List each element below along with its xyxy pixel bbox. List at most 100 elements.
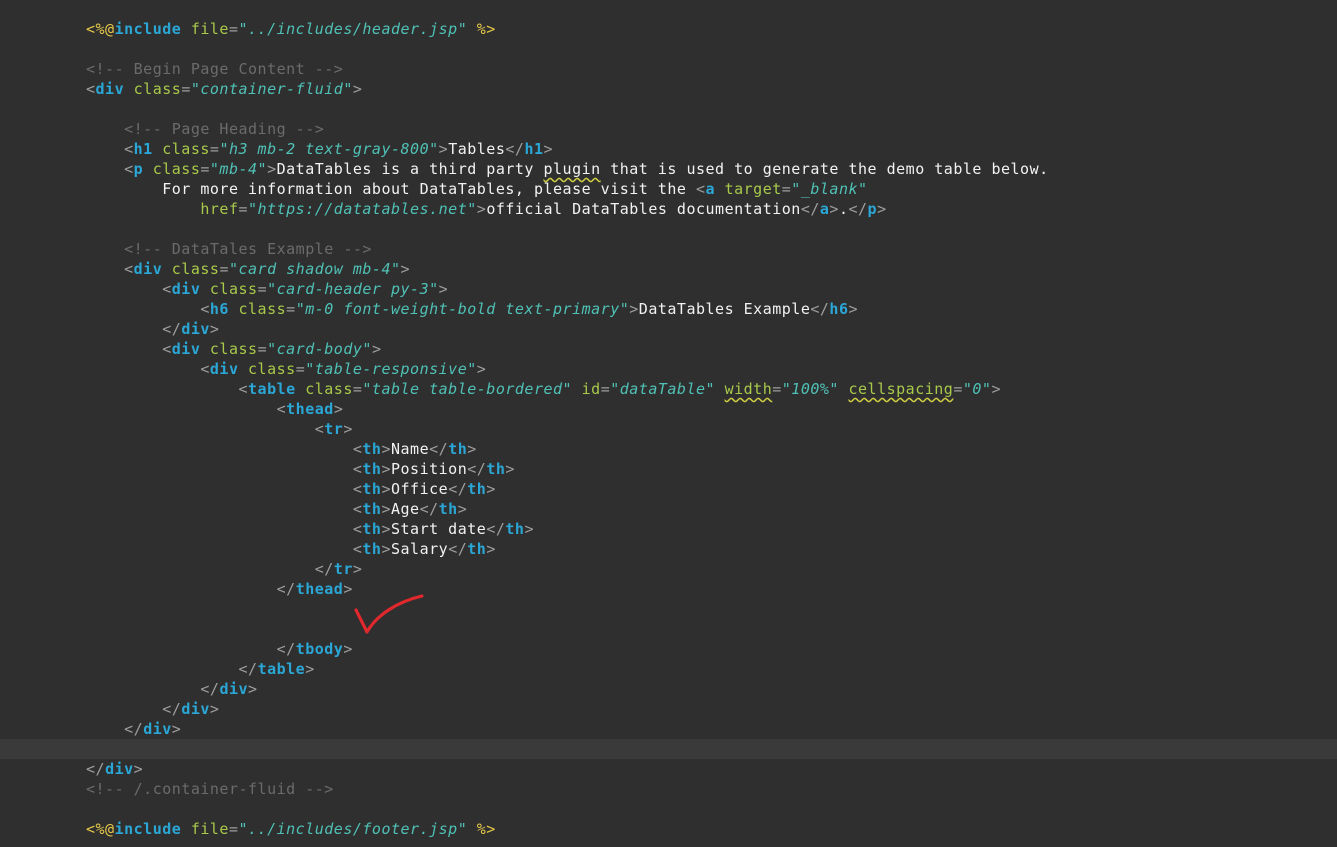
code-line[interactable]: <div class="card shadow mb-4"> (86, 259, 1049, 279)
code-token-tag: div (143, 720, 172, 738)
code-line[interactable]: <!-- Page Heading --> (86, 119, 1049, 139)
code-token-tag: th (486, 460, 506, 478)
code-token-punct: > (381, 520, 391, 538)
code-token-str: "0" (962, 380, 992, 398)
code-line[interactable] (86, 599, 1049, 619)
code-token-attr: href (200, 200, 239, 218)
code-line[interactable]: <%@include file="../includes/footer.jsp"… (86, 819, 1049, 839)
code-line[interactable] (86, 219, 1049, 239)
code-token-tag: th (362, 520, 382, 538)
code-line[interactable]: <th>Position</th> (86, 459, 1049, 479)
code-line[interactable]: <th>Start date</th> (86, 519, 1049, 539)
code-token-tag: div (171, 280, 201, 298)
code-token-punct: = (209, 140, 220, 158)
code-token-text: Office (391, 480, 449, 498)
code-line[interactable]: <%@include file="../includes/header.jsp"… (86, 19, 1049, 39)
code-token-tag: thead (295, 580, 344, 598)
code-token-tag: div (181, 320, 210, 338)
code-line[interactable]: </tbody> (86, 639, 1049, 659)
code-token-tag: div (105, 760, 134, 778)
code-token-attr: class (209, 340, 258, 358)
code-token-attr: id (581, 380, 601, 398)
code-line[interactable]: <div class="table-responsive"> (86, 359, 1049, 379)
code-line[interactable]: </div> (86, 759, 1049, 779)
code-line[interactable]: href="https://datatables.net">official D… (86, 199, 1049, 219)
code-line[interactable]: <!-- DataTales Example --> (86, 239, 1049, 259)
code-editor[interactable]: <%@include file="../includes/header.jsp"… (0, 0, 1337, 847)
code-token-text: official DataTables documentation (486, 200, 801, 218)
code-line[interactable]: </div> (86, 699, 1049, 719)
code-token-tag: th (362, 440, 382, 458)
code-line[interactable]: </div> (86, 679, 1049, 699)
code-token-punct: > (267, 160, 277, 178)
code-line[interactable]: <th>Salary</th> (86, 539, 1049, 559)
code-line[interactable]: </table> (86, 659, 1049, 679)
code-token-punct: > (486, 480, 496, 498)
code-token-punct: = (219, 260, 229, 278)
code-token-str: "100%" (781, 380, 839, 398)
code-line[interactable] (86, 99, 1049, 119)
code-line[interactable]: <h6 class="m-0 font-weight-bold text-pri… (86, 299, 1049, 319)
code-line[interactable]: <div class="card-header py-3"> (86, 279, 1049, 299)
code-line[interactable]: <thead> (86, 399, 1049, 419)
code-token-tag: div (133, 260, 163, 278)
code-line[interactable]: <th>Office</th> (86, 479, 1049, 499)
code-token-str: "dataTable" (610, 380, 716, 398)
code-line[interactable] (86, 739, 1049, 759)
code-line[interactable]: <p class="mb-4">DataTables is a third pa… (86, 159, 1049, 179)
code-token-punct: </ (448, 540, 468, 558)
code-line[interactable]: <th>Age</th> (86, 499, 1049, 519)
code-line[interactable]: For more information about DataTables, p… (86, 179, 1049, 199)
code-token-punct: > (486, 540, 496, 558)
code-token-text: Age (391, 500, 420, 518)
code-token-punct: > (133, 760, 144, 778)
code-line[interactable]: <!-- /.container-fluid --> (86, 779, 1049, 799)
code-token-punct: < (352, 480, 363, 498)
code-token-attr: class (305, 380, 353, 398)
code-token-punct: > (333, 400, 344, 418)
code-line[interactable]: </div> (86, 719, 1049, 739)
code-line[interactable]: <h1 class="h3 mb-2 text-gray-800">Tables… (86, 139, 1049, 159)
code-token-tag: div (95, 80, 125, 98)
code-token-attr: class (248, 360, 296, 378)
code-line[interactable] (86, 39, 1049, 59)
code-line[interactable]: <tr> (86, 419, 1049, 439)
code-token-comment: <!-- Begin Page Content --> (86, 60, 344, 78)
code-line[interactable] (86, 799, 1049, 819)
code-line[interactable]: </thead> (86, 579, 1049, 599)
code-token-str: "card shadow mb-4" (228, 260, 401, 278)
code-token-punct: < (352, 440, 363, 458)
code-token-comment: <!-- DataTales Example --> (124, 240, 372, 258)
code-line[interactable] (86, 619, 1049, 639)
code-token-punct: > (848, 300, 859, 318)
code-line[interactable]: </div> (86, 319, 1049, 339)
code-token-tag: table (248, 380, 296, 398)
code-token-tag: th (362, 500, 382, 518)
code-token-str: "card-body" (267, 340, 372, 358)
code-line[interactable]: </tr> (86, 559, 1049, 579)
code-area[interactable]: <%@include file="../includes/header.jsp"… (86, 19, 1049, 839)
code-token-punct: < (124, 140, 134, 158)
code-token-punct: > (991, 380, 1001, 398)
code-line[interactable]: <div class="container-fluid"> (86, 79, 1049, 99)
code-token-tag: include (114, 20, 182, 38)
code-line[interactable]: <th>Name</th> (86, 439, 1049, 459)
code-line[interactable]: <div class="card-body"> (86, 339, 1049, 359)
code-token-tag: table (257, 660, 306, 678)
code-line[interactable]: <!-- Begin Page Content --> (86, 59, 1049, 79)
code-line[interactable]: <table class="table table-bordered" id="… (86, 379, 1049, 399)
